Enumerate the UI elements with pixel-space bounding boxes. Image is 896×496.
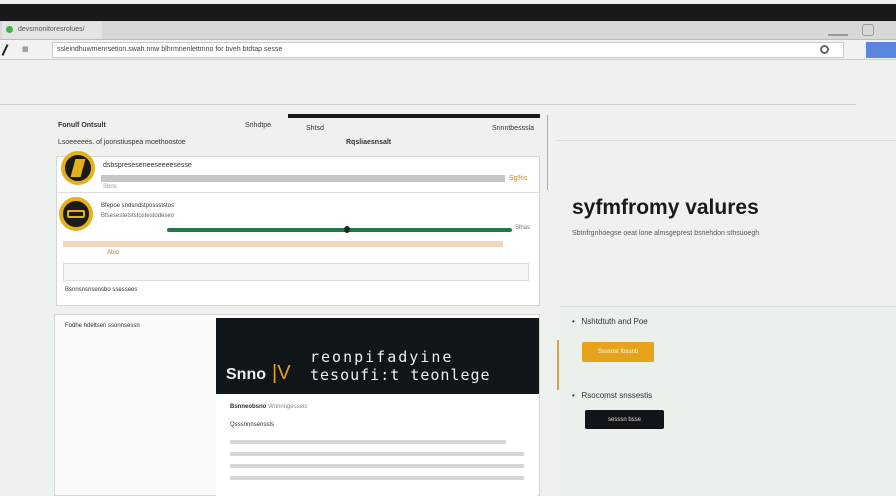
- article-text: [230, 440, 524, 488]
- profile-button[interactable]: [866, 42, 896, 58]
- article-heading: Qsssnnnsenssts: [230, 422, 275, 428]
- article-body: Bsnneobsno Wnnnngesseis Qsssnnnsenssts: [216, 394, 538, 496]
- item-title: dsbspreseseneeseeeesesse: [103, 162, 192, 169]
- window-titlebar: [0, 4, 896, 21]
- section-label: Fodhe hdeltsen ssonnsessn: [65, 323, 140, 329]
- scrollbar[interactable]: [547, 115, 548, 190]
- edit-icon[interactable]: [1, 44, 9, 56]
- progress-bar: Sbns: [101, 175, 505, 190]
- step-connector: [557, 340, 559, 390]
- column-header: Snhdtpe: [245, 122, 272, 129]
- hero-banner: reonpifadyine Snno |V tesoufi:t teonlege: [216, 318, 539, 394]
- item-subtitle: Bfsesestetststostestodeseo: [101, 213, 175, 219]
- wallet-icon: [59, 197, 93, 231]
- window-control-icon[interactable]: [6, 26, 13, 33]
- column-header: Rqsliaesnsalt: [346, 139, 392, 146]
- panel-title: Fonulf Ontsult: [58, 122, 106, 129]
- brand-logo: |V: [272, 362, 291, 384]
- step-2-button[interactable]: sesssn bsse: [585, 410, 664, 429]
- step-1: • Nshtdtuth and Poe: [572, 317, 648, 326]
- right-subtitle: Sbtnfrgnhoegse oeat lone almsgeprest bsn…: [572, 230, 760, 237]
- item-value: Sg%s: [509, 175, 528, 182]
- coin-icon: [61, 151, 95, 185]
- list-item[interactable]: dsbspreseseneeseeeesesse Sbns Sg%s: [57, 151, 541, 193]
- navigation-bar: ▦ ssleindhuwmenrsetion.swah.nnw blhrmnen…: [0, 40, 896, 60]
- browser-tab[interactable]: devsmonitoresrolues/: [2, 22, 102, 39]
- reload-icon[interactable]: [820, 45, 829, 54]
- green-timeline-bar: [167, 228, 512, 232]
- steps-panel: [560, 306, 896, 496]
- step-1-button[interactable]: Ssssnst fossnb: [582, 342, 654, 362]
- column-header: Snnntbesssla: [492, 125, 535, 132]
- progress-header-bar: [288, 114, 540, 118]
- address-bar[interactable]: ssleindhuwmenrsetion.swah.nnw blhrmnenle…: [52, 42, 844, 58]
- list-item[interactable]: Bfepoe sndsndstpossststos Bfsesestetstst…: [57, 195, 541, 265]
- tab-bar: devsmonitoresrolues/: [0, 21, 896, 40]
- list-card: dsbspreseseneeseeeesesse Sbns Sg%s Bfepo…: [56, 151, 541, 306]
- brand-name: Snno: [226, 366, 266, 383]
- right-title: syfmfromy valures: [572, 196, 759, 219]
- orange-band: Ablo: [63, 241, 503, 256]
- panel-subtitle: Lsoeeeees. of joonstiuspea moethoostoe: [58, 139, 186, 146]
- tab-title: devsmonitoresrolues/: [18, 26, 85, 33]
- hero-line-2: tesoufi:t teonlege: [310, 366, 491, 384]
- menu-icon[interactable]: [828, 24, 848, 36]
- divider: [0, 104, 856, 105]
- back-icon[interactable]: ▦: [22, 45, 29, 53]
- step-2: • Rsocomst snssestis: [572, 391, 653, 400]
- timeline-marker[interactable]: [344, 226, 350, 233]
- hero-line-1: reonpifadyine: [310, 348, 454, 366]
- panel-footer: Bsnnsnsnsensbo ssessees: [65, 287, 138, 293]
- column-header: Shtsd: [306, 125, 324, 132]
- item-title: Bfepoe sndsndstpossststos: [101, 203, 175, 209]
- end-label: Slhas: [515, 225, 531, 231]
- divider: [556, 140, 896, 141]
- extension-icon[interactable]: [862, 24, 874, 36]
- input-row[interactable]: [63, 263, 529, 281]
